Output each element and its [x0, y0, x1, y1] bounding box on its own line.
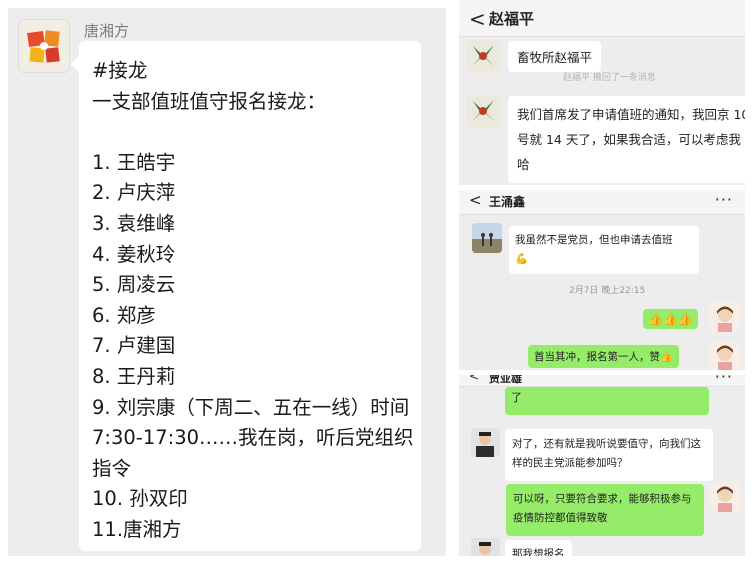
system-notice: 赵福平 撤回了一条消息: [563, 73, 656, 83]
back-icon[interactable]: <: [469, 7, 486, 31]
back-icon[interactable]: <: [469, 375, 479, 383]
chat-panel-jia: < 贾亚雄 ··· 了 对了，还有就是我听说要值守，向我们这样的民主党派能参加吗…: [459, 375, 745, 556]
message-line: 一支部值班值守报名接龙：: [92, 89, 327, 113]
contact-avatar[interactable]: [471, 428, 500, 457]
message-line: 7. 卢建国: [92, 334, 176, 358]
message-bubble[interactable]: 我们首席发了申请值班的通知，我回京 10 号就 14 天了，如果我合适，可以考虑…: [508, 96, 745, 183]
contact-avatar[interactable]: [471, 538, 500, 556]
chat-title: 王涌鑫: [489, 195, 526, 209]
contact-avatar[interactable]: [472, 223, 502, 253]
message-line: [92, 117, 418, 148]
chat-panel-wang: < 王涌鑫 ··· 我虽然不是党员，但也申请去值班 💪 2月7日 晚上22:15…: [459, 190, 745, 370]
message-line: 8. 王丹莉: [92, 364, 176, 388]
contact-avatar[interactable]: [467, 95, 500, 128]
message-line: 6. 郑彦: [92, 303, 156, 327]
message-bubble[interactable]: 那我想报名: [505, 540, 572, 556]
more-icon[interactable]: ···: [715, 375, 733, 386]
message-bubble-sent[interactable]: 可以呀，只要符合要求，能够积极参与疫情防控都值得致敬: [506, 484, 704, 536]
message-bubble-sent[interactable]: 了: [505, 387, 709, 415]
sender-name: 唐湘方: [84, 22, 130, 40]
message-bubble-sent[interactable]: 首当其冲，报名第一人，赞👍: [528, 345, 680, 368]
chat-panel-zhao: < 赵福平 畜牧所赵福平 赵福平 撤回了一条消息 我们首席发了申请值班的通知，我…: [459, 0, 745, 185]
my-avatar[interactable]: [710, 482, 740, 512]
chat-title: 赵福平: [489, 10, 535, 28]
sender-avatar[interactable]: [18, 19, 70, 73]
message-text: 我虽然不是党员，但也申请去值班: [515, 234, 673, 246]
message-line: 2. 卢庆萍: [92, 181, 176, 205]
message-bubble[interactable]: 畜牧所赵福平: [508, 41, 602, 72]
message-line: 9. 刘宗康（下周二、五在一线）时间 7:30-17:30……我在岗，听后党组织…: [92, 395, 414, 480]
message-line: 5. 周凌云: [92, 273, 176, 297]
chat-panel-left: 唐湘方 #接龙 一支部值班值守报名接龙： 1. 王皓宇 2. 卢庆萍 3. 袁维…: [8, 8, 446, 556]
my-avatar[interactable]: [710, 302, 740, 332]
message-line: 3. 袁维峰: [92, 211, 176, 235]
timestamp: 2月7日 晚上22:15: [569, 286, 646, 296]
contact-avatar[interactable]: [467, 40, 500, 73]
message-bubble[interactable]: 对了，还有就是我听说要值守，向我们这样的民主党派能参加吗？: [505, 429, 713, 481]
message-line: #接龙: [92, 59, 148, 82]
message-line: 10. 孙双印: [92, 487, 188, 511]
chat-header: < 王涌鑫 ···: [459, 190, 745, 215]
chat-header: < 贾亚雄 ···: [459, 375, 745, 387]
more-icon[interactable]: ···: [715, 190, 733, 209]
message-line: 4. 姜秋玲: [92, 242, 176, 266]
message-text: #接龙 一支部值班值守报名接龙： 1. 王皓宇 2. 卢庆萍 3. 袁维峰 4.…: [92, 56, 418, 546]
my-avatar[interactable]: [710, 341, 740, 370]
chat-header: < 赵福平: [459, 0, 745, 37]
message-bubble[interactable]: 我虽然不是党员，但也申请去值班 💪: [509, 226, 699, 274]
chat-title: 贾亚雄: [489, 375, 522, 385]
back-icon[interactable]: <: [469, 191, 482, 209]
message-line: 1. 王皓宇: [92, 150, 176, 174]
message-bubble-sent[interactable]: 👍👍👍: [643, 309, 698, 329]
emoji: 💪: [515, 253, 529, 265]
message-line: 11.唐湘方: [92, 517, 182, 541]
